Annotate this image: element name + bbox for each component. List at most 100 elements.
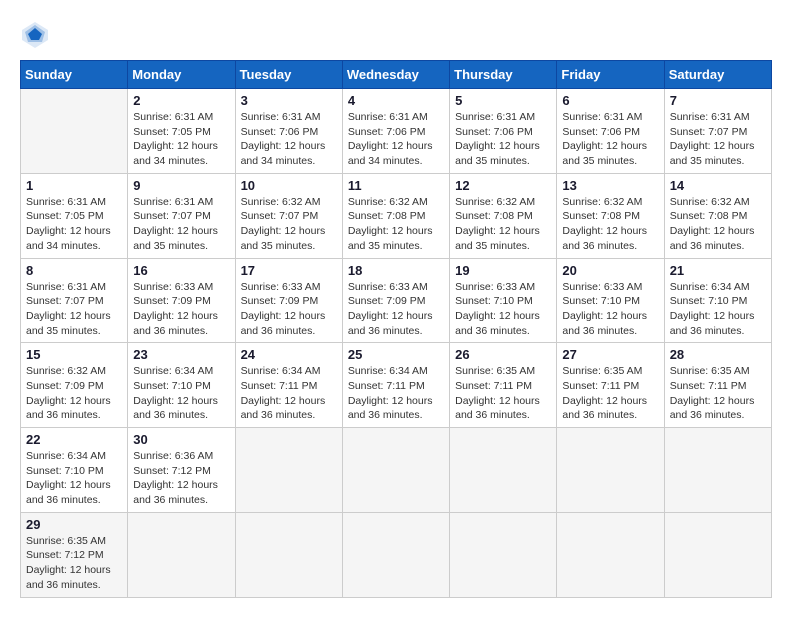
- calendar-cell: [557, 428, 664, 513]
- logo-icon: [20, 20, 50, 50]
- weekday-header-tuesday: Tuesday: [235, 61, 342, 89]
- calendar-cell: [450, 428, 557, 513]
- day-info: Sunrise: 6:32 AM Sunset: 7:08 PM Dayligh…: [562, 195, 658, 254]
- calendar-week-row: 1 Sunrise: 6:31 AM Sunset: 7:05 PM Dayli…: [21, 173, 772, 258]
- calendar-cell: 14 Sunrise: 6:32 AM Sunset: 7:08 PM Dayl…: [664, 173, 771, 258]
- day-info: Sunrise: 6:35 AM Sunset: 7:11 PM Dayligh…: [562, 364, 658, 423]
- calendar-cell: 8 Sunrise: 6:31 AM Sunset: 7:07 PM Dayli…: [21, 258, 128, 343]
- calendar-cell: 29 Sunrise: 6:35 AM Sunset: 7:12 PM Dayl…: [21, 512, 128, 597]
- day-info: Sunrise: 6:33 AM Sunset: 7:09 PM Dayligh…: [241, 280, 337, 339]
- weekday-header-sunday: Sunday: [21, 61, 128, 89]
- day-number: 21: [670, 263, 766, 278]
- day-number: 14: [670, 178, 766, 193]
- calendar-cell: 20 Sunrise: 6:33 AM Sunset: 7:10 PM Dayl…: [557, 258, 664, 343]
- calendar-cell: 10 Sunrise: 6:32 AM Sunset: 7:07 PM Dayl…: [235, 173, 342, 258]
- day-number: 7: [670, 93, 766, 108]
- page-header: [20, 20, 772, 50]
- calendar-cell: 24 Sunrise: 6:34 AM Sunset: 7:11 PM Dayl…: [235, 343, 342, 428]
- day-number: 29: [26, 517, 122, 532]
- day-info: Sunrise: 6:32 AM Sunset: 7:09 PM Dayligh…: [26, 364, 122, 423]
- day-info: Sunrise: 6:31 AM Sunset: 7:06 PM Dayligh…: [348, 110, 444, 169]
- day-number: 19: [455, 263, 551, 278]
- calendar-cell: 22 Sunrise: 6:34 AM Sunset: 7:10 PM Dayl…: [21, 428, 128, 513]
- day-number: 20: [562, 263, 658, 278]
- day-number: 11: [348, 178, 444, 193]
- day-info: Sunrise: 6:33 AM Sunset: 7:09 PM Dayligh…: [133, 280, 229, 339]
- logo: [20, 20, 56, 50]
- day-number: 6: [562, 93, 658, 108]
- calendar-cell: 25 Sunrise: 6:34 AM Sunset: 7:11 PM Dayl…: [342, 343, 449, 428]
- calendar-cell: 26 Sunrise: 6:35 AM Sunset: 7:11 PM Dayl…: [450, 343, 557, 428]
- day-info: Sunrise: 6:32 AM Sunset: 7:07 PM Dayligh…: [241, 195, 337, 254]
- day-number: 8: [26, 263, 122, 278]
- day-number: 22: [26, 432, 122, 447]
- calendar-cell: [450, 512, 557, 597]
- day-number: 10: [241, 178, 337, 193]
- day-number: 9: [133, 178, 229, 193]
- calendar-cell: 3 Sunrise: 6:31 AM Sunset: 7:06 PM Dayli…: [235, 89, 342, 174]
- calendar-cell: [557, 512, 664, 597]
- calendar-cell: [235, 428, 342, 513]
- day-info: Sunrise: 6:34 AM Sunset: 7:11 PM Dayligh…: [241, 364, 337, 423]
- day-info: Sunrise: 6:31 AM Sunset: 7:05 PM Dayligh…: [133, 110, 229, 169]
- day-info: Sunrise: 6:31 AM Sunset: 7:06 PM Dayligh…: [241, 110, 337, 169]
- day-number: 27: [562, 347, 658, 362]
- calendar-cell: 16 Sunrise: 6:33 AM Sunset: 7:09 PM Dayl…: [128, 258, 235, 343]
- day-number: 23: [133, 347, 229, 362]
- day-number: 4: [348, 93, 444, 108]
- calendar-week-row: 22 Sunrise: 6:34 AM Sunset: 7:10 PM Dayl…: [21, 428, 772, 513]
- weekday-header-wednesday: Wednesday: [342, 61, 449, 89]
- day-info: Sunrise: 6:31 AM Sunset: 7:05 PM Dayligh…: [26, 195, 122, 254]
- day-number: 30: [133, 432, 229, 447]
- day-number: 5: [455, 93, 551, 108]
- day-number: 1: [26, 178, 122, 193]
- calendar-cell: [21, 89, 128, 174]
- calendar-cell: 12 Sunrise: 6:32 AM Sunset: 7:08 PM Dayl…: [450, 173, 557, 258]
- day-number: 16: [133, 263, 229, 278]
- weekday-header-thursday: Thursday: [450, 61, 557, 89]
- calendar-cell: [342, 428, 449, 513]
- day-info: Sunrise: 6:34 AM Sunset: 7:11 PM Dayligh…: [348, 364, 444, 423]
- day-info: Sunrise: 6:33 AM Sunset: 7:10 PM Dayligh…: [562, 280, 658, 339]
- calendar-cell: 15 Sunrise: 6:32 AM Sunset: 7:09 PM Dayl…: [21, 343, 128, 428]
- calendar-table: SundayMondayTuesdayWednesdayThursdayFrid…: [20, 60, 772, 598]
- calendar-cell: [235, 512, 342, 597]
- weekday-header-monday: Monday: [128, 61, 235, 89]
- day-info: Sunrise: 6:33 AM Sunset: 7:09 PM Dayligh…: [348, 280, 444, 339]
- calendar-cell: 1 Sunrise: 6:31 AM Sunset: 7:05 PM Dayli…: [21, 173, 128, 258]
- day-number: 24: [241, 347, 337, 362]
- calendar-cell: 9 Sunrise: 6:31 AM Sunset: 7:07 PM Dayli…: [128, 173, 235, 258]
- calendar-week-row: 8 Sunrise: 6:31 AM Sunset: 7:07 PM Dayli…: [21, 258, 772, 343]
- calendar-cell: [128, 512, 235, 597]
- calendar-cell: 19 Sunrise: 6:33 AM Sunset: 7:10 PM Dayl…: [450, 258, 557, 343]
- day-number: 28: [670, 347, 766, 362]
- calendar-cell: 13 Sunrise: 6:32 AM Sunset: 7:08 PM Dayl…: [557, 173, 664, 258]
- calendar-week-row: 29 Sunrise: 6:35 AM Sunset: 7:12 PM Dayl…: [21, 512, 772, 597]
- day-info: Sunrise: 6:31 AM Sunset: 7:07 PM Dayligh…: [26, 280, 122, 339]
- calendar-cell: 5 Sunrise: 6:31 AM Sunset: 7:06 PM Dayli…: [450, 89, 557, 174]
- calendar-cell: 6 Sunrise: 6:31 AM Sunset: 7:06 PM Dayli…: [557, 89, 664, 174]
- day-number: 15: [26, 347, 122, 362]
- calendar-cell: 11 Sunrise: 6:32 AM Sunset: 7:08 PM Dayl…: [342, 173, 449, 258]
- calendar-cell: 17 Sunrise: 6:33 AM Sunset: 7:09 PM Dayl…: [235, 258, 342, 343]
- day-info: Sunrise: 6:34 AM Sunset: 7:10 PM Dayligh…: [26, 449, 122, 508]
- day-info: Sunrise: 6:32 AM Sunset: 7:08 PM Dayligh…: [670, 195, 766, 254]
- day-info: Sunrise: 6:35 AM Sunset: 7:11 PM Dayligh…: [670, 364, 766, 423]
- day-number: 2: [133, 93, 229, 108]
- day-info: Sunrise: 6:35 AM Sunset: 7:12 PM Dayligh…: [26, 534, 122, 593]
- calendar-cell: 28 Sunrise: 6:35 AM Sunset: 7:11 PM Dayl…: [664, 343, 771, 428]
- day-info: Sunrise: 6:32 AM Sunset: 7:08 PM Dayligh…: [348, 195, 444, 254]
- weekday-header-saturday: Saturday: [664, 61, 771, 89]
- calendar-cell: [664, 428, 771, 513]
- day-info: Sunrise: 6:31 AM Sunset: 7:07 PM Dayligh…: [670, 110, 766, 169]
- day-info: Sunrise: 6:33 AM Sunset: 7:10 PM Dayligh…: [455, 280, 551, 339]
- day-info: Sunrise: 6:31 AM Sunset: 7:07 PM Dayligh…: [133, 195, 229, 254]
- day-info: Sunrise: 6:36 AM Sunset: 7:12 PM Dayligh…: [133, 449, 229, 508]
- calendar-cell: 2 Sunrise: 6:31 AM Sunset: 7:05 PM Dayli…: [128, 89, 235, 174]
- day-number: 3: [241, 93, 337, 108]
- day-info: Sunrise: 6:34 AM Sunset: 7:10 PM Dayligh…: [133, 364, 229, 423]
- day-number: 12: [455, 178, 551, 193]
- calendar-cell: 4 Sunrise: 6:31 AM Sunset: 7:06 PM Dayli…: [342, 89, 449, 174]
- day-info: Sunrise: 6:31 AM Sunset: 7:06 PM Dayligh…: [562, 110, 658, 169]
- day-info: Sunrise: 6:32 AM Sunset: 7:08 PM Dayligh…: [455, 195, 551, 254]
